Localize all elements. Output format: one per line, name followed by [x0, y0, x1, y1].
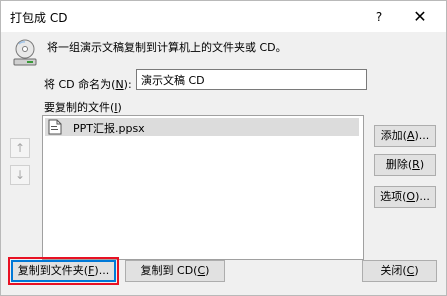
title-bar[interactable]: 打包成 CD ? ✕	[1, 1, 446, 32]
intro-text: 将一组演示文稿复制到计算机上的文件夹或 CD。	[47, 41, 287, 54]
add-button[interactable]: 添加(A)...	[374, 125, 436, 147]
document-icon	[48, 119, 62, 135]
close-button[interactable]: 关闭(C)	[362, 260, 437, 282]
file-name: PPT汇报.ppsx	[73, 122, 145, 135]
options-button[interactable]: 选项(O)...	[374, 186, 436, 208]
close-window-button[interactable]: ✕	[403, 4, 437, 30]
arrow-up-icon: ↑	[14, 141, 26, 155]
cd-name-input[interactable]	[136, 69, 367, 90]
help-button[interactable]: ?	[364, 5, 394, 29]
move-up-button[interactable]: ↑	[10, 138, 30, 158]
files-list[interactable]: PPT汇报.ppsx	[42, 115, 364, 260]
cd-drive-icon	[13, 39, 37, 66]
arrow-down-icon: ↓	[14, 168, 26, 182]
copy-to-cd-button[interactable]: 复制到 CD(C)	[125, 260, 225, 282]
move-down-button[interactable]: ↓	[10, 165, 30, 185]
remove-button[interactable]: 删除(R)	[374, 154, 436, 176]
highlight-box	[8, 257, 119, 285]
dialog-title: 打包成 CD	[10, 11, 68, 25]
list-item[interactable]: PPT汇报.ppsx	[45, 118, 359, 136]
files-to-copy-label: 要复制的文件(I)	[44, 101, 122, 114]
package-for-cd-dialog: 打包成 CD ? ✕ 将一组演示文稿复制到计算机上的文件夹或 CD。 将 CD …	[0, 0, 447, 296]
cd-name-label: 将 CD 命名为(N):	[44, 78, 132, 91]
